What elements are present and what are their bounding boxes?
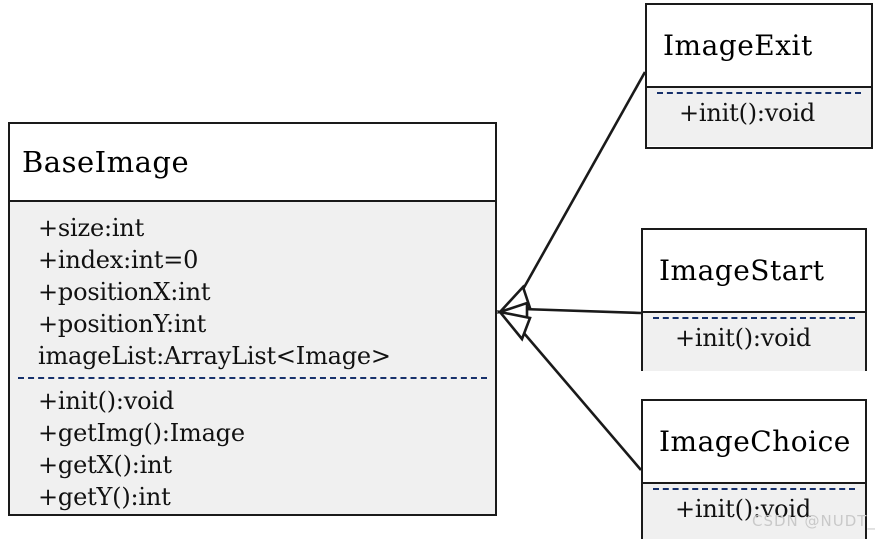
generalization-arrowhead-imagestart (496, 301, 529, 325)
uml-method: +getImg():Image (38, 419, 245, 447)
generalization-arrowhead-imageexit (496, 284, 532, 314)
uml-method: +getY():int (38, 483, 171, 511)
uml-class-header-imagechoice: ImageChoice (643, 401, 865, 484)
uml-class-header-imageexit: ImageExit (647, 5, 871, 88)
uml-attribute: +index:int=0 (38, 246, 199, 274)
uml-method: +init():void (675, 324, 812, 352)
uml-diagram-canvas: BaseImage +size:int +index:int=0 +positi… (0, 0, 875, 539)
uml-member-separator (18, 377, 487, 379)
uml-method: +init():void (38, 387, 175, 415)
uml-class-header-imagestart: ImageStart (643, 230, 865, 313)
uml-class-baseimage[interactable]: BaseImage +size:int +index:int=0 +positi… (8, 122, 497, 516)
uml-class-header-baseimage: BaseImage (10, 124, 495, 202)
uml-method-list-imagestart: +init():void (643, 321, 865, 355)
uml-class-name-baseimage: BaseImage (22, 145, 190, 179)
uml-class-imagestart[interactable]: ImageStart +init():void (641, 228, 867, 371)
uml-class-name-imagechoice: ImageChoice (659, 425, 851, 458)
uml-attribute: +positionX:int (38, 278, 211, 306)
edge-imageexit-to-baseimage (515, 71, 647, 301)
uml-method: +init():void (679, 99, 816, 127)
uml-class-name-imageexit: ImageExit (663, 29, 813, 62)
generalization-arrowhead-imagechoice (496, 310, 532, 342)
uml-attribute-list-baseimage: +size:int +index:int=0 +positionX:int +p… (10, 212, 495, 372)
watermark-text: CSDN @NUDT_XX (752, 512, 875, 530)
uml-attribute: imageList:ArrayList<Image> (38, 342, 391, 370)
edge-imagechoice-to-baseimage (516, 324, 642, 471)
uml-class-body-imageexit: +init():void (647, 88, 871, 146)
uml-method-list-imageexit: +init():void (647, 96, 871, 130)
uml-class-name-imagestart: ImageStart (659, 254, 825, 287)
uml-method: +getX():int (38, 451, 172, 479)
edge-imagestart-to-baseimage (521, 307, 642, 315)
uml-class-imageexit[interactable]: ImageExit +init():void (645, 3, 873, 149)
uml-class-body-baseimage: +size:int +index:int=0 +positionX:int +p… (10, 202, 495, 514)
uml-attribute: +size:int (38, 214, 145, 242)
uml-attribute: +positionY:int (38, 310, 207, 338)
uml-method-list-baseimage: +init():void +getImg():Image +getX():int… (10, 385, 495, 513)
uml-member-separator (653, 317, 855, 319)
uml-class-body-imagestart: +init():void (643, 313, 865, 371)
uml-member-separator (657, 92, 861, 94)
uml-member-separator (653, 488, 855, 490)
